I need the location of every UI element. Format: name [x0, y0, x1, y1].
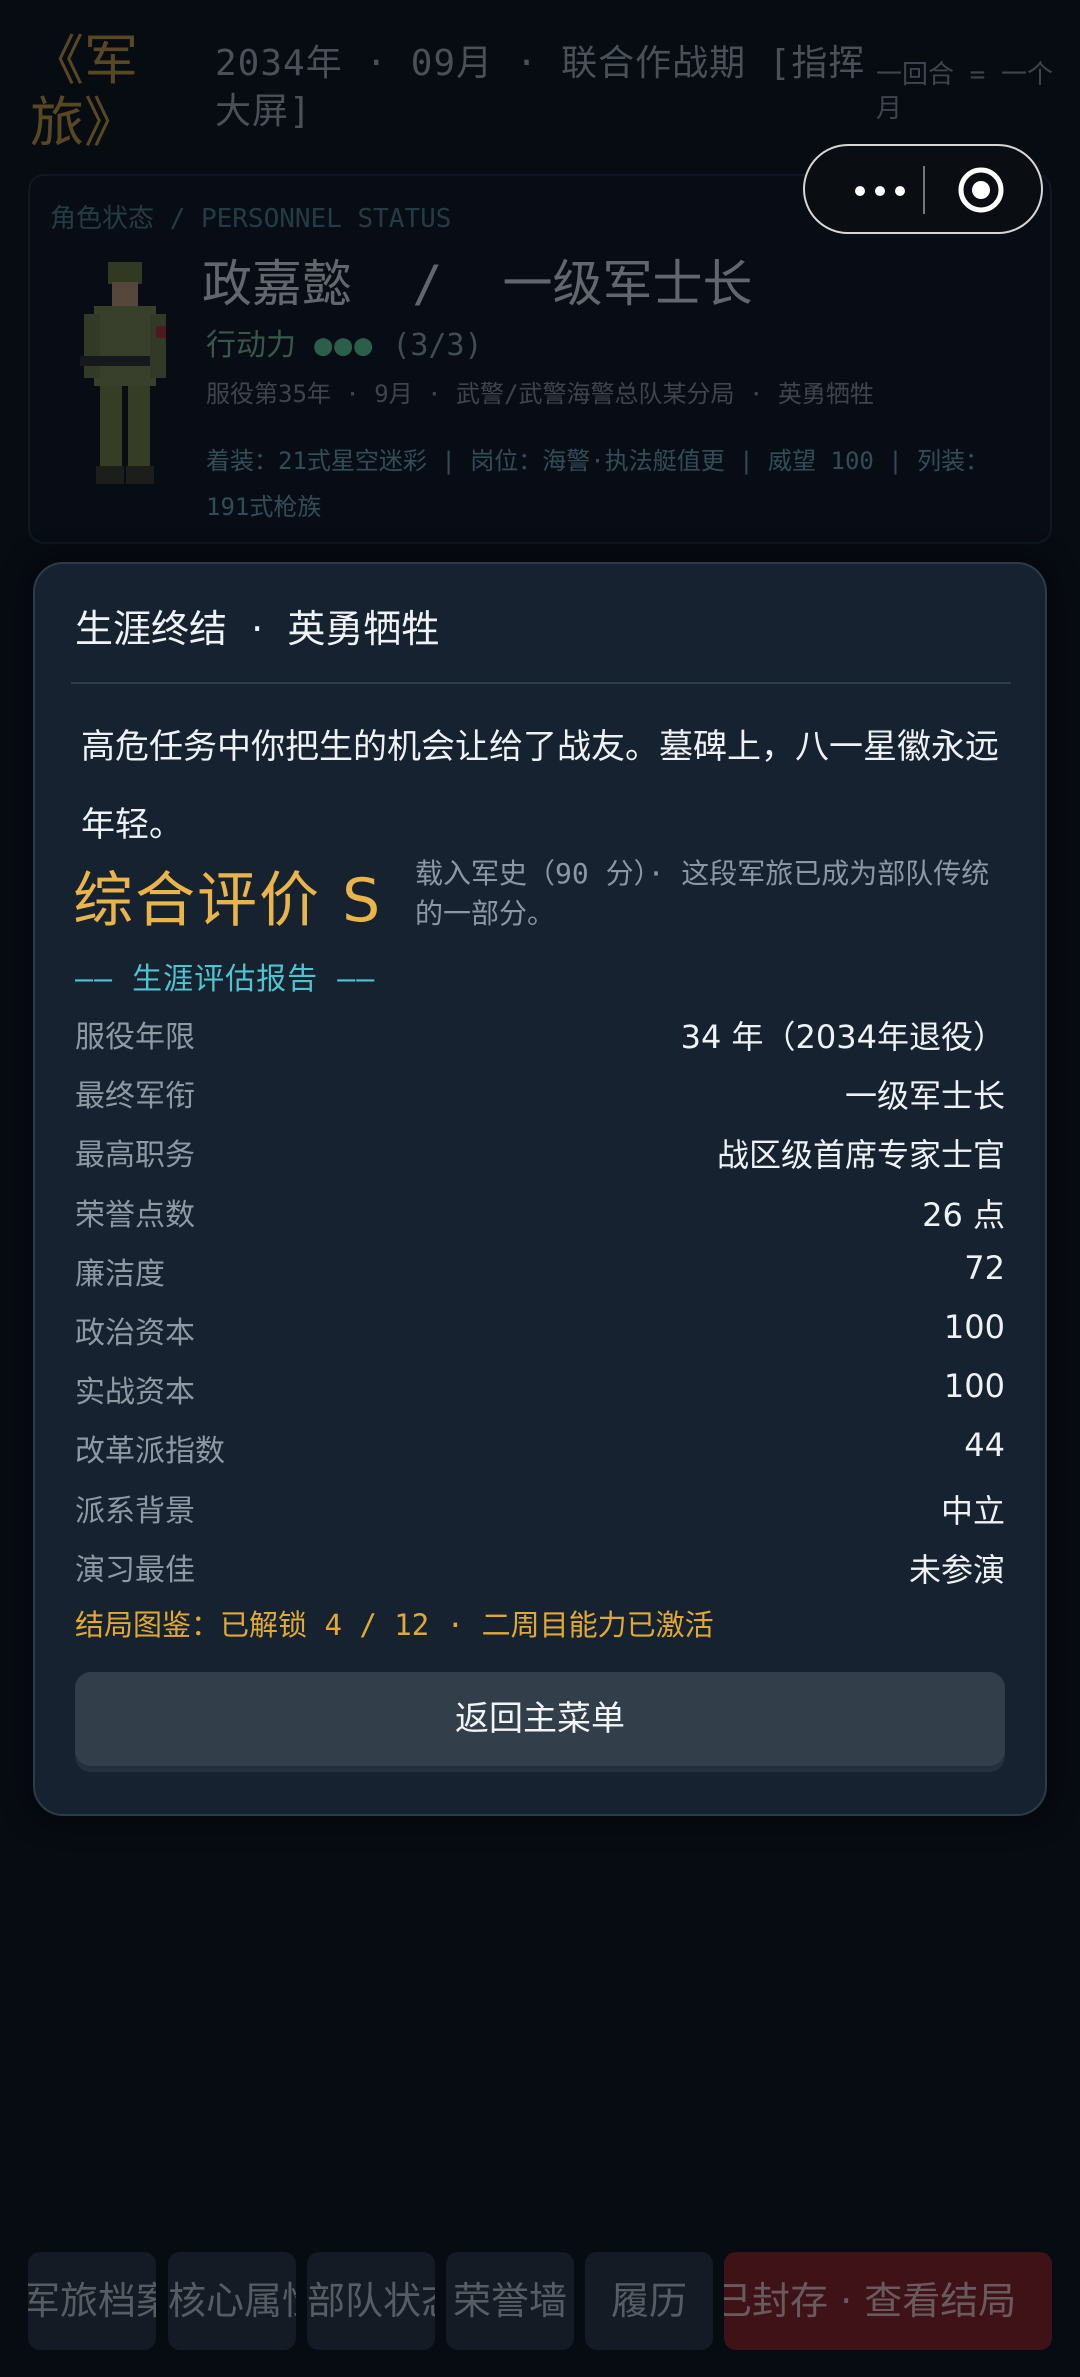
report-row: 荣誉点数 26 点: [75, 1182, 1005, 1241]
dialog-title: 生涯终结 · 英勇牺牲: [75, 607, 440, 651]
report-row: 派系背景 中立: [75, 1478, 1005, 1537]
report-value: 100: [943, 1307, 1005, 1346]
tab-resume[interactable]: 履历: [585, 2252, 713, 2350]
ending-story: 高危任务中你把生的机会让给了战友。墓碑上，八一星徽永远年轻。: [81, 727, 999, 845]
report-key: 服役年限: [75, 1020, 195, 1055]
career-report-list: 服役年限 34 年（2034年退役） 最终军衔 一级军士长 最高职务 战区级首席专家士…: [75, 1004, 1005, 1596]
report-row: 政治资本 100: [75, 1300, 1005, 1359]
return-main-menu-button[interactable]: 返回主菜单: [75, 1672, 1005, 1766]
soldier-name-rank: 政嘉懿 / 一级军士长: [202, 255, 753, 313]
overall-grade: 综合评价 S: [73, 866, 383, 936]
report-key: 廉洁度: [75, 1256, 165, 1292]
report-value: 一级军士长: [844, 1077, 1005, 1116]
report-row: 廉洁度 72: [75, 1241, 1005, 1300]
tab-label: 履历: [610, 2279, 687, 2323]
action-points-label: 行动力: [206, 328, 296, 363]
report-key: 派系背景: [75, 1493, 195, 1529]
report-value: 44: [964, 1426, 1005, 1465]
action-points-dots: ●●●: [314, 328, 375, 363]
career-end-dialog: 生涯终结 · 英勇牺牲 高危任务中你把生的机会让给了战友。墓碑上，八一星徽永远年…: [33, 562, 1047, 1816]
turn-note: 一回合 = 一个月: [876, 60, 1053, 124]
date-line: 2034年 · 09月 · 联合作战期 [指挥大屏]: [215, 43, 866, 132]
tab-label: 部队状态: [307, 2279, 435, 2323]
tab-unit-status[interactable]: 部队状态: [307, 2252, 435, 2350]
report-heading: —— 生涯评估报告 ——: [75, 962, 376, 997]
report-key: 荣誉点数: [75, 1197, 195, 1233]
report-row: 最终军衔 一级军士长: [75, 1063, 1005, 1122]
report-value: 100: [943, 1367, 1005, 1406]
report-value: 未参演: [908, 1550, 1005, 1589]
report-key: 实战资本: [75, 1375, 195, 1411]
tab-label: 荣誉墙: [452, 2279, 567, 2323]
ending-collection-note: 结局图鉴：已解锁 4 / 12 · 二周目能力已激活: [75, 1608, 714, 1642]
app-logo: 《军旅》: [30, 29, 138, 154]
report-row: 最高职务 战区级首席专家士官: [75, 1122, 1005, 1181]
report-key: 政治资本: [75, 1315, 195, 1351]
tab-label: 军旅档案: [28, 2279, 156, 2323]
tab-label: 已封存 · 查看结局: [724, 2279, 1017, 2323]
action-points-count: (3/3): [392, 328, 483, 363]
report-value: 34 年（2034年退役）: [680, 1018, 1005, 1056]
report-value: 中立: [940, 1491, 1005, 1530]
soldier-avatar: [70, 256, 190, 496]
tab-core-attributes[interactable]: 核心属性: [168, 2252, 296, 2350]
report-row: 实战资本 100: [75, 1359, 1005, 1418]
report-row: 服役年限 34 年（2034年退役）: [75, 1004, 1005, 1063]
action-points: 行动力 ●●● (3/3): [206, 320, 483, 364]
target-circle-icon[interactable]: [957, 166, 1005, 214]
more-dots-icon[interactable]: [841, 166, 921, 214]
tab-label: 核心属性: [168, 2279, 296, 2323]
bottom-tab-bar: 军旅档案 核心属性 部队状态 荣誉墙 履历 已封存 · 查看结局: [0, 2252, 1080, 2352]
report-value: 26 点: [922, 1195, 1005, 1234]
grade-note: 载入军史（90 分）· 这段军旅已成为部队传统的一部分。: [415, 857, 990, 930]
tab-sealed-view-ending[interactable]: 已封存 · 查看结局: [724, 2252, 1052, 2350]
tab-career-archive[interactable]: 军旅档案: [28, 2252, 156, 2350]
report-key: 演习最佳: [75, 1552, 195, 1588]
report-value: 战区级首席专家士官: [716, 1136, 1005, 1175]
report-key: 最高职务: [75, 1138, 195, 1174]
report-row: 改革派指数 44: [75, 1418, 1005, 1477]
miniprogram-capsule: [803, 144, 1043, 234]
report-value: 72: [964, 1248, 1005, 1287]
capsule-divider: [923, 166, 925, 214]
report-key: 改革派指数: [75, 1434, 225, 1470]
title-divider: [71, 682, 1011, 684]
report-key: 最终军衔: [75, 1079, 195, 1115]
tab-honor-wall[interactable]: 荣誉墙: [446, 2252, 574, 2350]
gear-line: 着装：21式星空迷彩 | 岗位：海警·执法艇值更 | 威望 100 | 列装：1…: [206, 447, 990, 521]
report-row: 演习最佳 未参演: [75, 1537, 1005, 1596]
service-meta: 服役第35年 · 9月 · 武警/武警海警总队某分局 · 英勇牺牲: [206, 380, 874, 408]
status-title: 角色状态 / PERSONNEL STATUS: [50, 204, 452, 234]
